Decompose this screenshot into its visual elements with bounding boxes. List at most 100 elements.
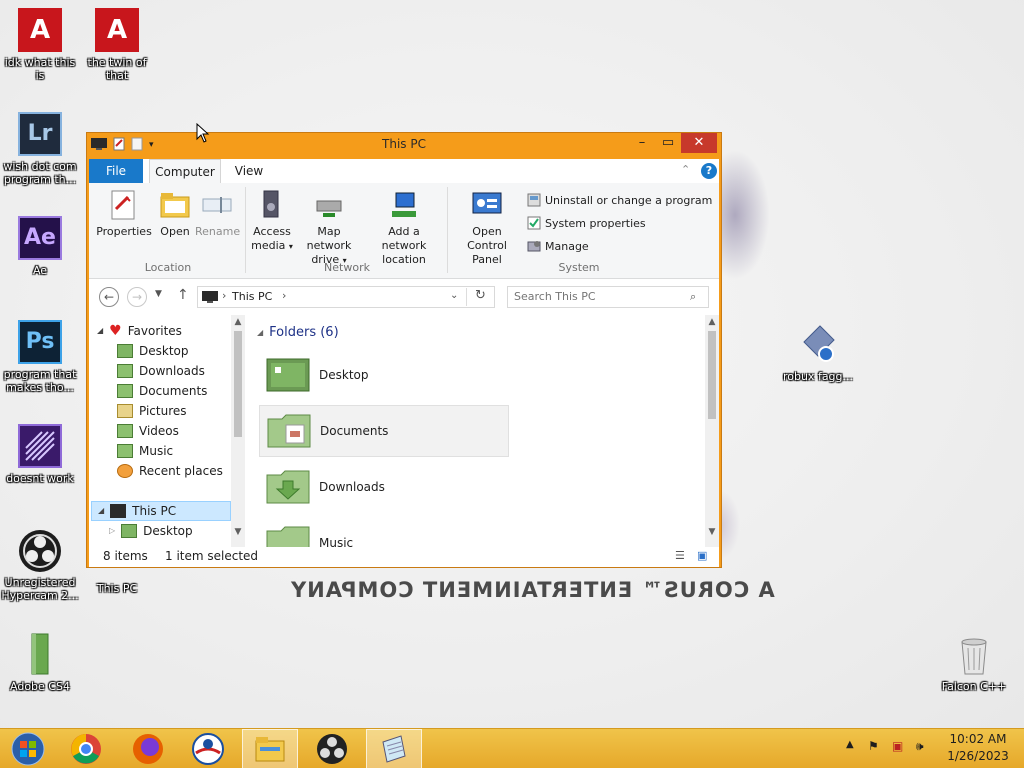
scroll-up-arrow[interactable]: ▲ xyxy=(231,315,245,329)
minimize-button[interactable]: – xyxy=(629,133,655,153)
taskbar-firefox[interactable] xyxy=(120,729,176,768)
action-center-flag-icon[interactable]: ⚑ xyxy=(868,739,879,753)
help-icon[interactable]: ? xyxy=(701,163,717,179)
scroll-down-arrow[interactable]: ▼ xyxy=(231,525,245,539)
taskbar-chrome[interactable] xyxy=(58,729,114,768)
properties-button[interactable]: Properties xyxy=(93,189,155,239)
search-box[interactable]: ⌕ xyxy=(507,286,709,308)
nav-item-desktop[interactable]: Desktop xyxy=(117,341,189,361)
folders-group-header[interactable]: ◢ Folders (6) xyxy=(257,325,339,340)
manage-button[interactable]: Manage xyxy=(527,237,589,255)
desktop-icon-falcon[interactable]: Falcon C++ xyxy=(934,632,1014,693)
open-folder-icon xyxy=(159,189,191,221)
system-properties-icon xyxy=(527,216,541,230)
folder-tile-desktop[interactable]: Desktop xyxy=(259,349,509,401)
system-properties-button[interactable]: System properties xyxy=(527,214,646,232)
ribbon: Properties Open Rename Location Access m… xyxy=(89,183,719,279)
nav-this-pc[interactable]: ◢ This PC xyxy=(91,501,231,521)
details-view-icon[interactable]: ☰ xyxy=(675,549,685,562)
tab-view[interactable]: View xyxy=(225,159,273,183)
group-label-system: System xyxy=(558,261,600,274)
taskbar-file-explorer[interactable] xyxy=(242,729,298,768)
scroll-thumb[interactable] xyxy=(234,331,242,437)
desktop-folder-icon xyxy=(121,524,138,538)
nav-this-pc-desktop[interactable]: ▷ Desktop xyxy=(109,521,193,541)
address-bar[interactable]: › This PC › ⌄ ↻ xyxy=(197,286,495,308)
taskbar-app[interactable] xyxy=(180,729,236,768)
desktop-icon-twin[interactable]: A the twin of that xyxy=(77,8,157,82)
show-hidden-icons-icon[interactable]: ▲ xyxy=(846,739,854,750)
file-explorer-icon xyxy=(255,737,285,762)
photoshop-icon: Ps xyxy=(18,320,62,364)
scroll-up-arrow[interactable]: ▲ xyxy=(705,315,719,329)
programs-icon xyxy=(527,193,541,207)
ribbon-tabs: File Computer View ⌃ ? xyxy=(89,159,719,183)
nav-item-recent-places[interactable]: Recent places xyxy=(117,461,223,481)
folder-tile-music[interactable]: Music xyxy=(259,517,509,547)
rename-button[interactable]: Rename xyxy=(195,189,240,239)
explorer-window[interactable]: ▾ This PC – ▭ ✕ File Computer View ⌃ ? P… xyxy=(86,132,722,568)
desktop-icon-idk[interactable]: A idk what this is xyxy=(0,8,80,82)
open-button[interactable]: Open xyxy=(155,189,195,239)
expand-arrow-icon: ◢ xyxy=(97,326,104,335)
maximize-button[interactable]: ▭ xyxy=(655,133,681,153)
nav-item-downloads[interactable]: Downloads xyxy=(117,361,205,381)
nav-favorites[interactable]: ◢ ♥ Favorites xyxy=(97,321,182,341)
network-error-icon[interactable]: ▣ xyxy=(892,739,903,753)
refresh-icon[interactable]: ↻ xyxy=(466,288,494,306)
forward-button[interactable]: → xyxy=(127,287,147,307)
volume-icon[interactable]: 🕪 xyxy=(916,739,924,754)
add-network-location-button[interactable]: Add a network location xyxy=(365,189,443,267)
close-button[interactable]: ✕ xyxy=(681,133,717,153)
desktop-icon-adobe-cs4[interactable]: Adobe CS4 xyxy=(0,632,80,693)
documents-folder-icon xyxy=(117,384,133,398)
address-dropdown-icon[interactable]: ⌄ xyxy=(450,290,458,301)
folder-tile-downloads[interactable]: Downloads xyxy=(259,461,509,513)
adobe-icon: A xyxy=(95,8,139,52)
nav-item-music[interactable]: Music xyxy=(117,441,173,461)
properties-label: Properties xyxy=(96,225,152,238)
nav-favorites-label: Favorites xyxy=(127,324,182,338)
scroll-thumb[interactable] xyxy=(708,331,716,419)
desktop-icon-label: Ae xyxy=(32,264,48,277)
nav-item-videos[interactable]: Videos xyxy=(117,421,179,441)
access-media-button[interactable]: Access media ▾ xyxy=(249,189,295,254)
nav-scrollbar[interactable]: ▲ ▼ xyxy=(231,315,245,547)
selection-count: 1 item selected xyxy=(165,549,259,563)
up-arrow-icon[interactable]: ↑ xyxy=(177,287,189,303)
desktop-icon-media-encoder[interactable]: doesnt work xyxy=(0,424,80,485)
add-network-location-label: Add a network location xyxy=(381,225,427,266)
desktop-icon-lightroom[interactable]: Lr wish dot com program th... xyxy=(0,112,80,186)
nav-item-pictures[interactable]: Pictures xyxy=(117,401,187,421)
group-label-location: Location xyxy=(144,261,192,274)
back-button[interactable]: ← xyxy=(99,287,119,307)
open-control-panel-button[interactable]: Open Control Panel xyxy=(451,189,523,267)
recent-locations-icon[interactable]: ▼ xyxy=(155,289,162,299)
desktop-folder-icon xyxy=(117,344,133,358)
nav-item-documents[interactable]: Documents xyxy=(117,381,207,401)
tab-file[interactable]: File xyxy=(89,159,143,183)
navigation-pane[interactable]: ◢ ♥ Favorites Desktop Downloads Document… xyxy=(89,315,245,547)
collapse-ribbon-icon[interactable]: ⌃ xyxy=(681,163,690,176)
search-input[interactable] xyxy=(514,290,684,303)
scroll-down-arrow[interactable]: ▼ xyxy=(705,525,719,539)
desktop-icon-hypercam[interactable]: Unregistered Hypercam 2... xyxy=(0,530,80,602)
mouse-cursor-icon xyxy=(196,122,210,146)
desktop-icon-photoshop[interactable]: Ps program that makes tho... xyxy=(0,320,80,394)
desktop-icon-label: Adobe CS4 xyxy=(10,680,70,693)
taskbar-obs[interactable] xyxy=(304,729,360,768)
title-bar[interactable]: ▾ This PC – ▭ ✕ xyxy=(87,133,721,157)
folder-tile-documents[interactable]: Documents xyxy=(259,405,509,457)
downloads-folder-icon xyxy=(265,469,311,505)
desktop-icon-after-effects[interactable]: Ae Ae xyxy=(0,216,80,277)
uninstall-program-button[interactable]: Uninstall or change a program xyxy=(527,191,712,209)
tab-computer[interactable]: Computer xyxy=(149,159,221,183)
large-icons-view-icon[interactable]: ▣ xyxy=(697,549,707,562)
desktop-icon-robux[interactable]: robux fagg... xyxy=(778,322,858,383)
map-network-drive-button[interactable]: Map network drive ▾ xyxy=(295,189,363,268)
after-effects-icon: Ae xyxy=(18,216,62,260)
taskbar-notepad[interactable] xyxy=(366,729,422,768)
main-scrollbar[interactable]: ▲ ▼ xyxy=(705,315,719,547)
start-button[interactable] xyxy=(0,729,56,768)
clock[interactable]: 10:02 AM 1/26/2023 xyxy=(940,731,1016,765)
